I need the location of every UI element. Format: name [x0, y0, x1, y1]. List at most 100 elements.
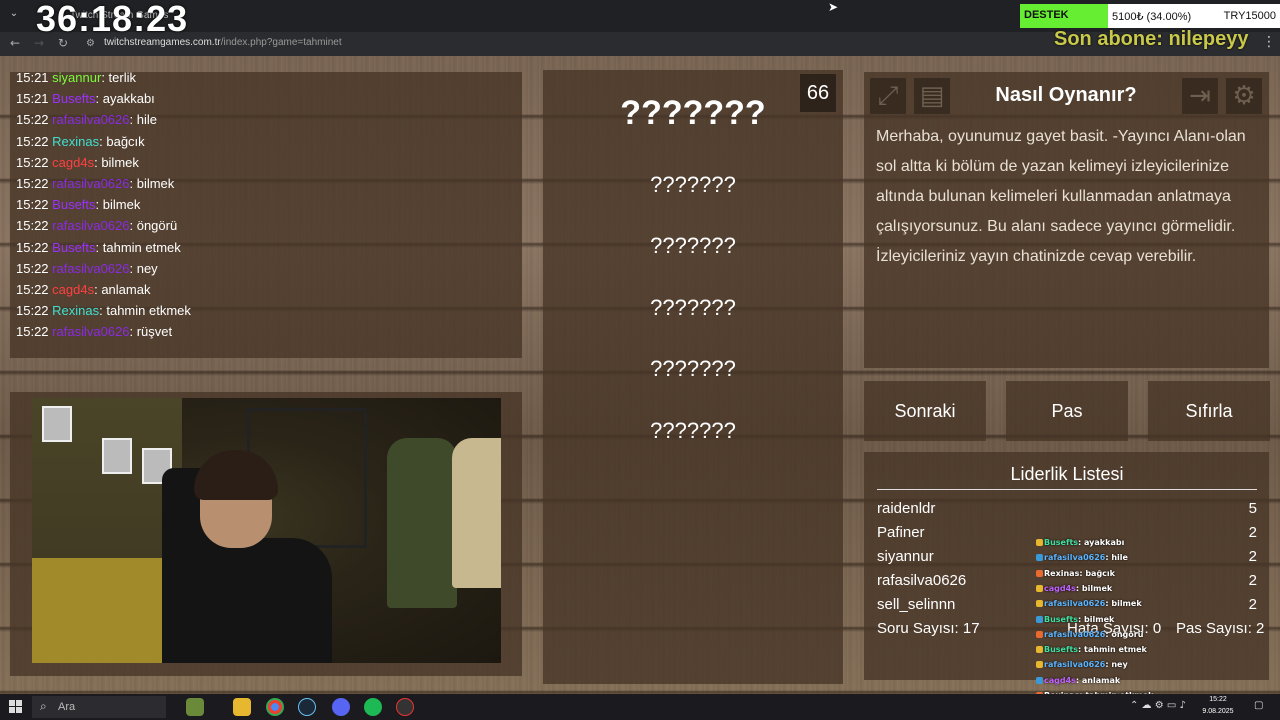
- taskbar-clock[interactable]: 15:22 9.08.2025: [1198, 694, 1238, 718]
- chat-message: 15:22 cagd4s: bilmek: [16, 155, 139, 170]
- chat-message: 15:22 rafasilva0626: rüşvet: [16, 324, 172, 339]
- leaderboard-score: 2: [1248, 572, 1257, 589]
- chat-time: 15:22: [16, 218, 49, 234]
- overlay-chat-text: : hile: [1105, 553, 1128, 563]
- overlay-chat-username: Rexinas: [1044, 568, 1080, 578]
- chat-time: 15:22: [16, 260, 49, 276]
- leaderboard-name: sell_selinnn: [877, 596, 956, 613]
- chat-badge-icon: [1036, 539, 1043, 546]
- chat-time: 15:22: [16, 303, 49, 319]
- back-icon[interactable]: ←: [10, 36, 20, 50]
- obs-icon[interactable]: [396, 698, 414, 716]
- chat-username[interactable]: Busefts: [52, 91, 95, 106]
- taboo-word: ???????: [650, 418, 736, 443]
- chat-text: : bilmek: [95, 197, 141, 213]
- document-icon[interactable]: ▤: [914, 78, 950, 114]
- chat-text: : ney: [129, 260, 158, 276]
- overlay-chat-message: Busefts: ayakkabı: [1036, 538, 1124, 547]
- tray-icons[interactable]: ⌃ ☁ ⚙ ▭ ♪: [1130, 700, 1186, 711]
- chat-message: 15:22 rafasilva0626: ney: [16, 261, 158, 276]
- chat-text: : hile: [129, 112, 157, 128]
- chat-time: 15:22: [16, 154, 49, 170]
- donation-goal-progress: 5100₺ (34.00%): [1112, 11, 1192, 23]
- chat-badge-icon: [1036, 661, 1043, 669]
- search-icon: ⌕: [40, 699, 47, 713]
- chat-username[interactable]: siyannur: [52, 70, 101, 85]
- chat-text: : bilmek: [129, 176, 175, 191]
- chat-time: 15:21: [16, 70, 49, 85]
- logout-icon[interactable]: ⇥: [1182, 78, 1218, 114]
- chat-username[interactable]: Rexinas: [52, 134, 99, 149]
- chat-time: 15:22: [16, 133, 49, 149]
- leaderboard-name: rafasilva0626: [877, 572, 967, 589]
- leaderboard-name: Pafiner: [877, 524, 925, 541]
- settings-icon[interactable]: ⚙: [1226, 78, 1262, 114]
- chat-username[interactable]: rafasilva0626: [52, 261, 129, 276]
- overlay-chat-text: : bilmek: [1075, 583, 1113, 593]
- chat-username[interactable]: Rexinas: [52, 303, 99, 318]
- file-explorer-icon[interactable]: [233, 698, 251, 716]
- overlay-chat-username: cagd4s: [1044, 675, 1076, 685]
- donation-goal-label: DESTEK: [1024, 9, 1069, 21]
- chat-badge-icon: [1036, 584, 1043, 592]
- reset-button[interactable]: Sıfırla: [1148, 381, 1270, 441]
- widget-icon[interactable]: [186, 698, 204, 716]
- leaderboard-score: 5: [1248, 500, 1257, 517]
- donation-goal-bar: DESTEK 5100₺ (34.00%) TRY15000: [1020, 4, 1280, 28]
- how-to-play-title: Nasıl Oynanır?: [995, 84, 1137, 106]
- chat-text: : bağcık: [99, 133, 145, 149]
- discord-icon[interactable]: [332, 698, 350, 716]
- overlay-chat-message: cagd4s: anlamak: [1036, 676, 1120, 685]
- more-menu-icon[interactable]: ⋮: [1262, 34, 1276, 50]
- chat-username[interactable]: Busefts: [52, 240, 95, 255]
- chat-message: 15:21 siyannur: terlik: [16, 70, 136, 85]
- windows-start-icon[interactable]: [9, 700, 22, 713]
- overlay-chat-message: rafasilva0626: öngörü: [1036, 630, 1143, 639]
- pass-count: Pas Sayısı: 2: [1176, 620, 1265, 637]
- tab-menu-chevron-icon[interactable]: ⌄: [6, 6, 22, 22]
- overlay-chat-username: rafasilva0626: [1044, 660, 1106, 670]
- chat-message: 15:22 Rexinas: tahmin etkmek: [16, 303, 191, 318]
- overlay-chat-username: rafasilva0626: [1044, 629, 1106, 639]
- chat-text: : bilmek: [94, 154, 139, 170]
- chat-username[interactable]: rafasilva0626: [52, 324, 129, 339]
- chat-message: 15:22 Busefts: tahmin etmek: [16, 240, 181, 255]
- question-count: Soru Sayısı: 17: [877, 620, 980, 637]
- stream-timer: 36:18:23: [36, 0, 189, 39]
- webcam-couch: [32, 558, 172, 663]
- leaderboard-name: siyannur: [877, 548, 934, 565]
- chat-badge-icon: [1036, 600, 1043, 608]
- chat-username[interactable]: rafasilva0626: [52, 112, 129, 127]
- chat-username[interactable]: cagd4s: [52, 155, 94, 170]
- chrome-icon[interactable]: [266, 698, 284, 716]
- notification-icon[interactable]: ▢: [1254, 700, 1263, 711]
- leaderboard-score: 2: [1248, 524, 1257, 541]
- overlay-chat-text: : bilmek: [1105, 599, 1142, 609]
- chat-time: 15:22: [16, 197, 49, 213]
- overlay-chat-message: Rexinas: bağcık: [1036, 569, 1115, 578]
- steam-icon[interactable]: [298, 698, 316, 716]
- leaderboard-title: Liderlik Listesi: [877, 464, 1257, 490]
- chat-username[interactable]: Busefts: [52, 197, 95, 212]
- chat-username[interactable]: rafasilva0626: [52, 176, 129, 191]
- taskbar-search-input[interactable]: Ara: [32, 696, 166, 718]
- next-button[interactable]: Sonraki: [864, 381, 986, 441]
- fullscreen-icon[interactable]: ⤢: [870, 78, 906, 114]
- chat-username[interactable]: cagd4s: [52, 282, 94, 297]
- chat-badge-icon: [1036, 630, 1043, 638]
- overlay-chat-text: : anlamak: [1075, 675, 1121, 685]
- latest-subscriber: Son abone: nilepeyy: [1054, 28, 1249, 50]
- spotify-icon[interactable]: [364, 698, 382, 716]
- chat-time: 15:22: [16, 176, 49, 191]
- chat-username[interactable]: rafasilva0626: [52, 218, 129, 233]
- url-path: /index.php?game=tahminet: [220, 37, 342, 48]
- webcam-poster: [42, 406, 72, 442]
- webcam-jacket: [452, 438, 501, 588]
- webcam-feed: [32, 398, 501, 663]
- chat-text: : rüşvet: [129, 324, 173, 340]
- chat-time: 15:22: [16, 112, 49, 128]
- pass-button[interactable]: Pas: [1006, 381, 1128, 441]
- overlay-chat-username: rafasilva0626: [1044, 553, 1106, 563]
- overlay-chat-username: rafasilva0626: [1044, 599, 1106, 609]
- overlay-chat-message: cagd4s: bilmek: [1036, 584, 1112, 593]
